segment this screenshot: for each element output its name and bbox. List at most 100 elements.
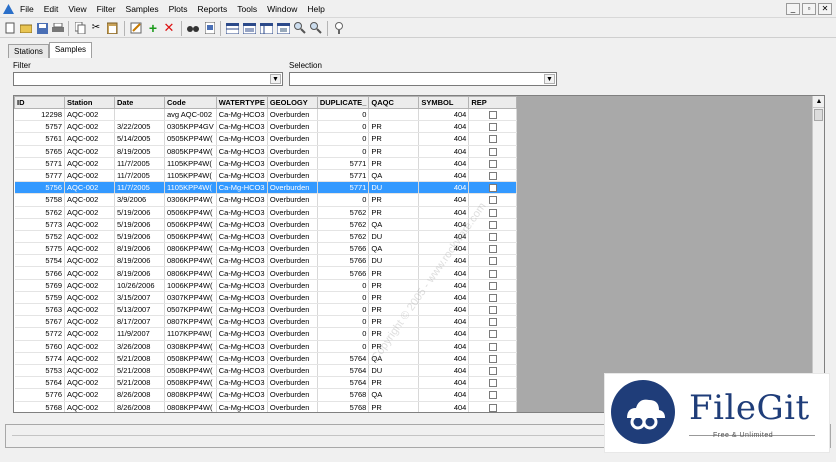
cell-code[interactable]: avg AQC-002 [164, 108, 217, 122]
menu-item-plots[interactable]: Plots [169, 4, 188, 14]
rep-checkbox[interactable] [488, 232, 497, 241]
cell-qaqc[interactable]: DU [368, 230, 420, 244]
rep-checkbox[interactable] [488, 147, 497, 156]
cell-date[interactable] [114, 108, 165, 122]
rep-checkbox[interactable] [488, 135, 497, 144]
table-row[interactable]: 5761 AQC-002 5/14/2005 0505KPP4W(Ca-Mg-HCO3… [14, 132, 518, 146]
cell-code[interactable]: 0806KPP4W( [164, 254, 217, 268]
cell-qaqc[interactable]: PR [368, 279, 420, 292]
cell-watertype[interactable]: Ca-Mg-HCO3 [216, 193, 268, 207]
column-header-watertype[interactable]: WATERTYPE [215, 96, 268, 109]
cell-station[interactable]: AQC-002 [64, 230, 115, 244]
tab-samples[interactable]: Samples [48, 42, 93, 58]
rep-checkbox[interactable] [488, 245, 497, 254]
table-row[interactable]: 5769 AQC-002 10/26/2006 1006KPP4W(Ca-Mg-HCO… [14, 279, 518, 292]
cell-dup[interactable]: 0 [317, 303, 370, 317]
cell-geology[interactable]: Overburden [267, 181, 318, 195]
cell-geology[interactable]: Overburden [267, 254, 318, 268]
cell-date[interactable]: 11/7/2005 [114, 181, 165, 195]
rep-checkbox[interactable] [488, 330, 497, 339]
close-button[interactable]: ✕ [818, 3, 832, 15]
table-row[interactable]: 5765 AQC-002 8/19/2005 0805KPP4W(Ca-Mg-HCO3… [14, 145, 518, 158]
cell-station[interactable]: AQC-002 [64, 266, 115, 280]
cell-date[interactable]: 8/19/2006 [114, 254, 165, 268]
zoom-page-icon[interactable] [203, 21, 217, 35]
open-folder-icon[interactable] [19, 21, 33, 35]
cell-geology[interactable]: Overburden [267, 303, 318, 317]
cell-dup[interactable]: 5771 [317, 181, 370, 195]
column-header-id[interactable]: ID [14, 96, 65, 109]
edit-icon[interactable] [129, 21, 143, 35]
cell-code[interactable]: 0305KPP4GV [164, 120, 217, 134]
cell-geology[interactable]: Overburden [267, 193, 318, 207]
cell-watertype[interactable]: Ca-Mg-HCO3 [216, 388, 268, 402]
form-view-icon[interactable] [242, 21, 256, 35]
cell-station[interactable]: AQC-002 [64, 303, 115, 317]
cell-geology[interactable]: Overburden [267, 157, 318, 170]
cell-code[interactable]: 0808KPP4W( [164, 401, 217, 412]
cell-id[interactable]: 5754 [14, 254, 65, 268]
cell-qaqc[interactable]: DU [368, 254, 420, 268]
cell-watertype[interactable]: Ca-Mg-HCO3 [216, 327, 268, 341]
cell-watertype[interactable]: Ca-Mg-HCO3 [216, 120, 268, 134]
cell-watertype[interactable]: Ca-Mg-HCO3 [216, 352, 268, 365]
rep-checkbox[interactable] [488, 159, 497, 168]
cell-watertype[interactable]: Ca-Mg-HCO3 [216, 108, 268, 122]
cell-id[interactable]: 5764 [14, 376, 65, 390]
rep-checkbox[interactable] [488, 123, 497, 132]
cell-id[interactable]: 5760 [14, 340, 65, 353]
restore-button[interactable]: ▫ [802, 3, 816, 15]
cell-qaqc[interactable]: PR [368, 376, 420, 390]
rep-checkbox[interactable] [488, 196, 497, 205]
cell-qaqc[interactable]: PR [368, 132, 420, 146]
cell-watertype[interactable]: Ca-Mg-HCO3 [216, 401, 268, 412]
column-header-symbol[interactable]: SYMBOL [418, 96, 470, 109]
cell-watertype[interactable]: Ca-Mg-HCO3 [216, 291, 268, 305]
cell-symbol[interactable]: 404 [418, 181, 470, 195]
cell-date[interactable]: 5/19/2006 [114, 218, 165, 231]
cell-geology[interactable]: Overburden [267, 401, 318, 412]
cell-geology[interactable]: Overburden [267, 266, 318, 280]
cell-symbol[interactable]: 404 [418, 108, 470, 122]
cell-station[interactable]: AQC-002 [64, 401, 115, 412]
rep-checkbox[interactable] [488, 257, 497, 266]
rep-checkbox[interactable] [488, 354, 497, 363]
cell-id[interactable]: 5756 [14, 181, 65, 195]
menu-item-edit[interactable]: Edit [44, 4, 59, 14]
rep-checkbox[interactable] [488, 172, 497, 181]
cell-watertype[interactable]: Ca-Mg-HCO3 [216, 315, 268, 329]
minimize-button[interactable]: _ [786, 3, 800, 15]
cell-qaqc[interactable]: PR [368, 145, 420, 158]
column-header-date[interactable]: Date [114, 96, 165, 109]
cell-dup[interactable]: 0 [317, 279, 370, 292]
rep-checkbox[interactable] [488, 184, 497, 193]
cell-dup[interactable]: 5762 [317, 230, 370, 244]
cell-date[interactable]: 5/13/2007 [114, 303, 165, 317]
column-header-code[interactable]: Code [164, 96, 217, 109]
cell-id[interactable]: 5772 [14, 327, 65, 341]
table-row[interactable]: 5756 AQC-002 11/7/2005 1105KPP4W(Ca-Mg-HCO3… [14, 181, 518, 195]
cell-dup[interactable]: 0 [317, 145, 370, 158]
cell-station[interactable]: AQC-002 [64, 279, 115, 292]
column-header-qaqc[interactable]: QAQC [368, 96, 420, 109]
cell-dup[interactable]: 5771 [317, 157, 370, 170]
cell-watertype[interactable]: Ca-Mg-HCO3 [216, 145, 268, 158]
cell-station[interactable]: AQC-002 [64, 291, 115, 305]
cell-geology[interactable]: Overburden [267, 327, 318, 341]
menu-item-window[interactable]: Window [267, 4, 297, 14]
cell-dup[interactable]: 0 [317, 193, 370, 207]
rep-checkbox[interactable] [488, 293, 497, 302]
menu-item-filter[interactable]: Filter [97, 4, 116, 14]
cell-code[interactable]: 1107KPP4W( [164, 327, 217, 341]
cell-id[interactable]: 5776 [14, 388, 65, 402]
table-row[interactable]: 5768 AQC-002 8/26/2008 0808KPP4W(Ca-Mg-HCO3… [14, 401, 518, 412]
cell-watertype[interactable]: Ca-Mg-HCO3 [216, 242, 268, 256]
selection-dropdown[interactable]: ▼ [289, 72, 557, 86]
vertical-scrollbar[interactable]: ▲ [812, 96, 824, 412]
cell-id[interactable]: 5774 [14, 352, 65, 365]
cell-station[interactable]: AQC-002 [64, 169, 115, 183]
table-row[interactable]: 5757 AQC-002 3/22/2005 0305KPP4GV Ca-Mg-HCO3… [14, 120, 518, 134]
cell-qaqc[interactable]: QA [368, 169, 420, 183]
table-row[interactable]: 5753 AQC-002 5/21/2008 0508KPP4W(Ca-Mg-HCO3… [14, 364, 518, 378]
cell-symbol[interactable]: 404 [418, 145, 470, 158]
